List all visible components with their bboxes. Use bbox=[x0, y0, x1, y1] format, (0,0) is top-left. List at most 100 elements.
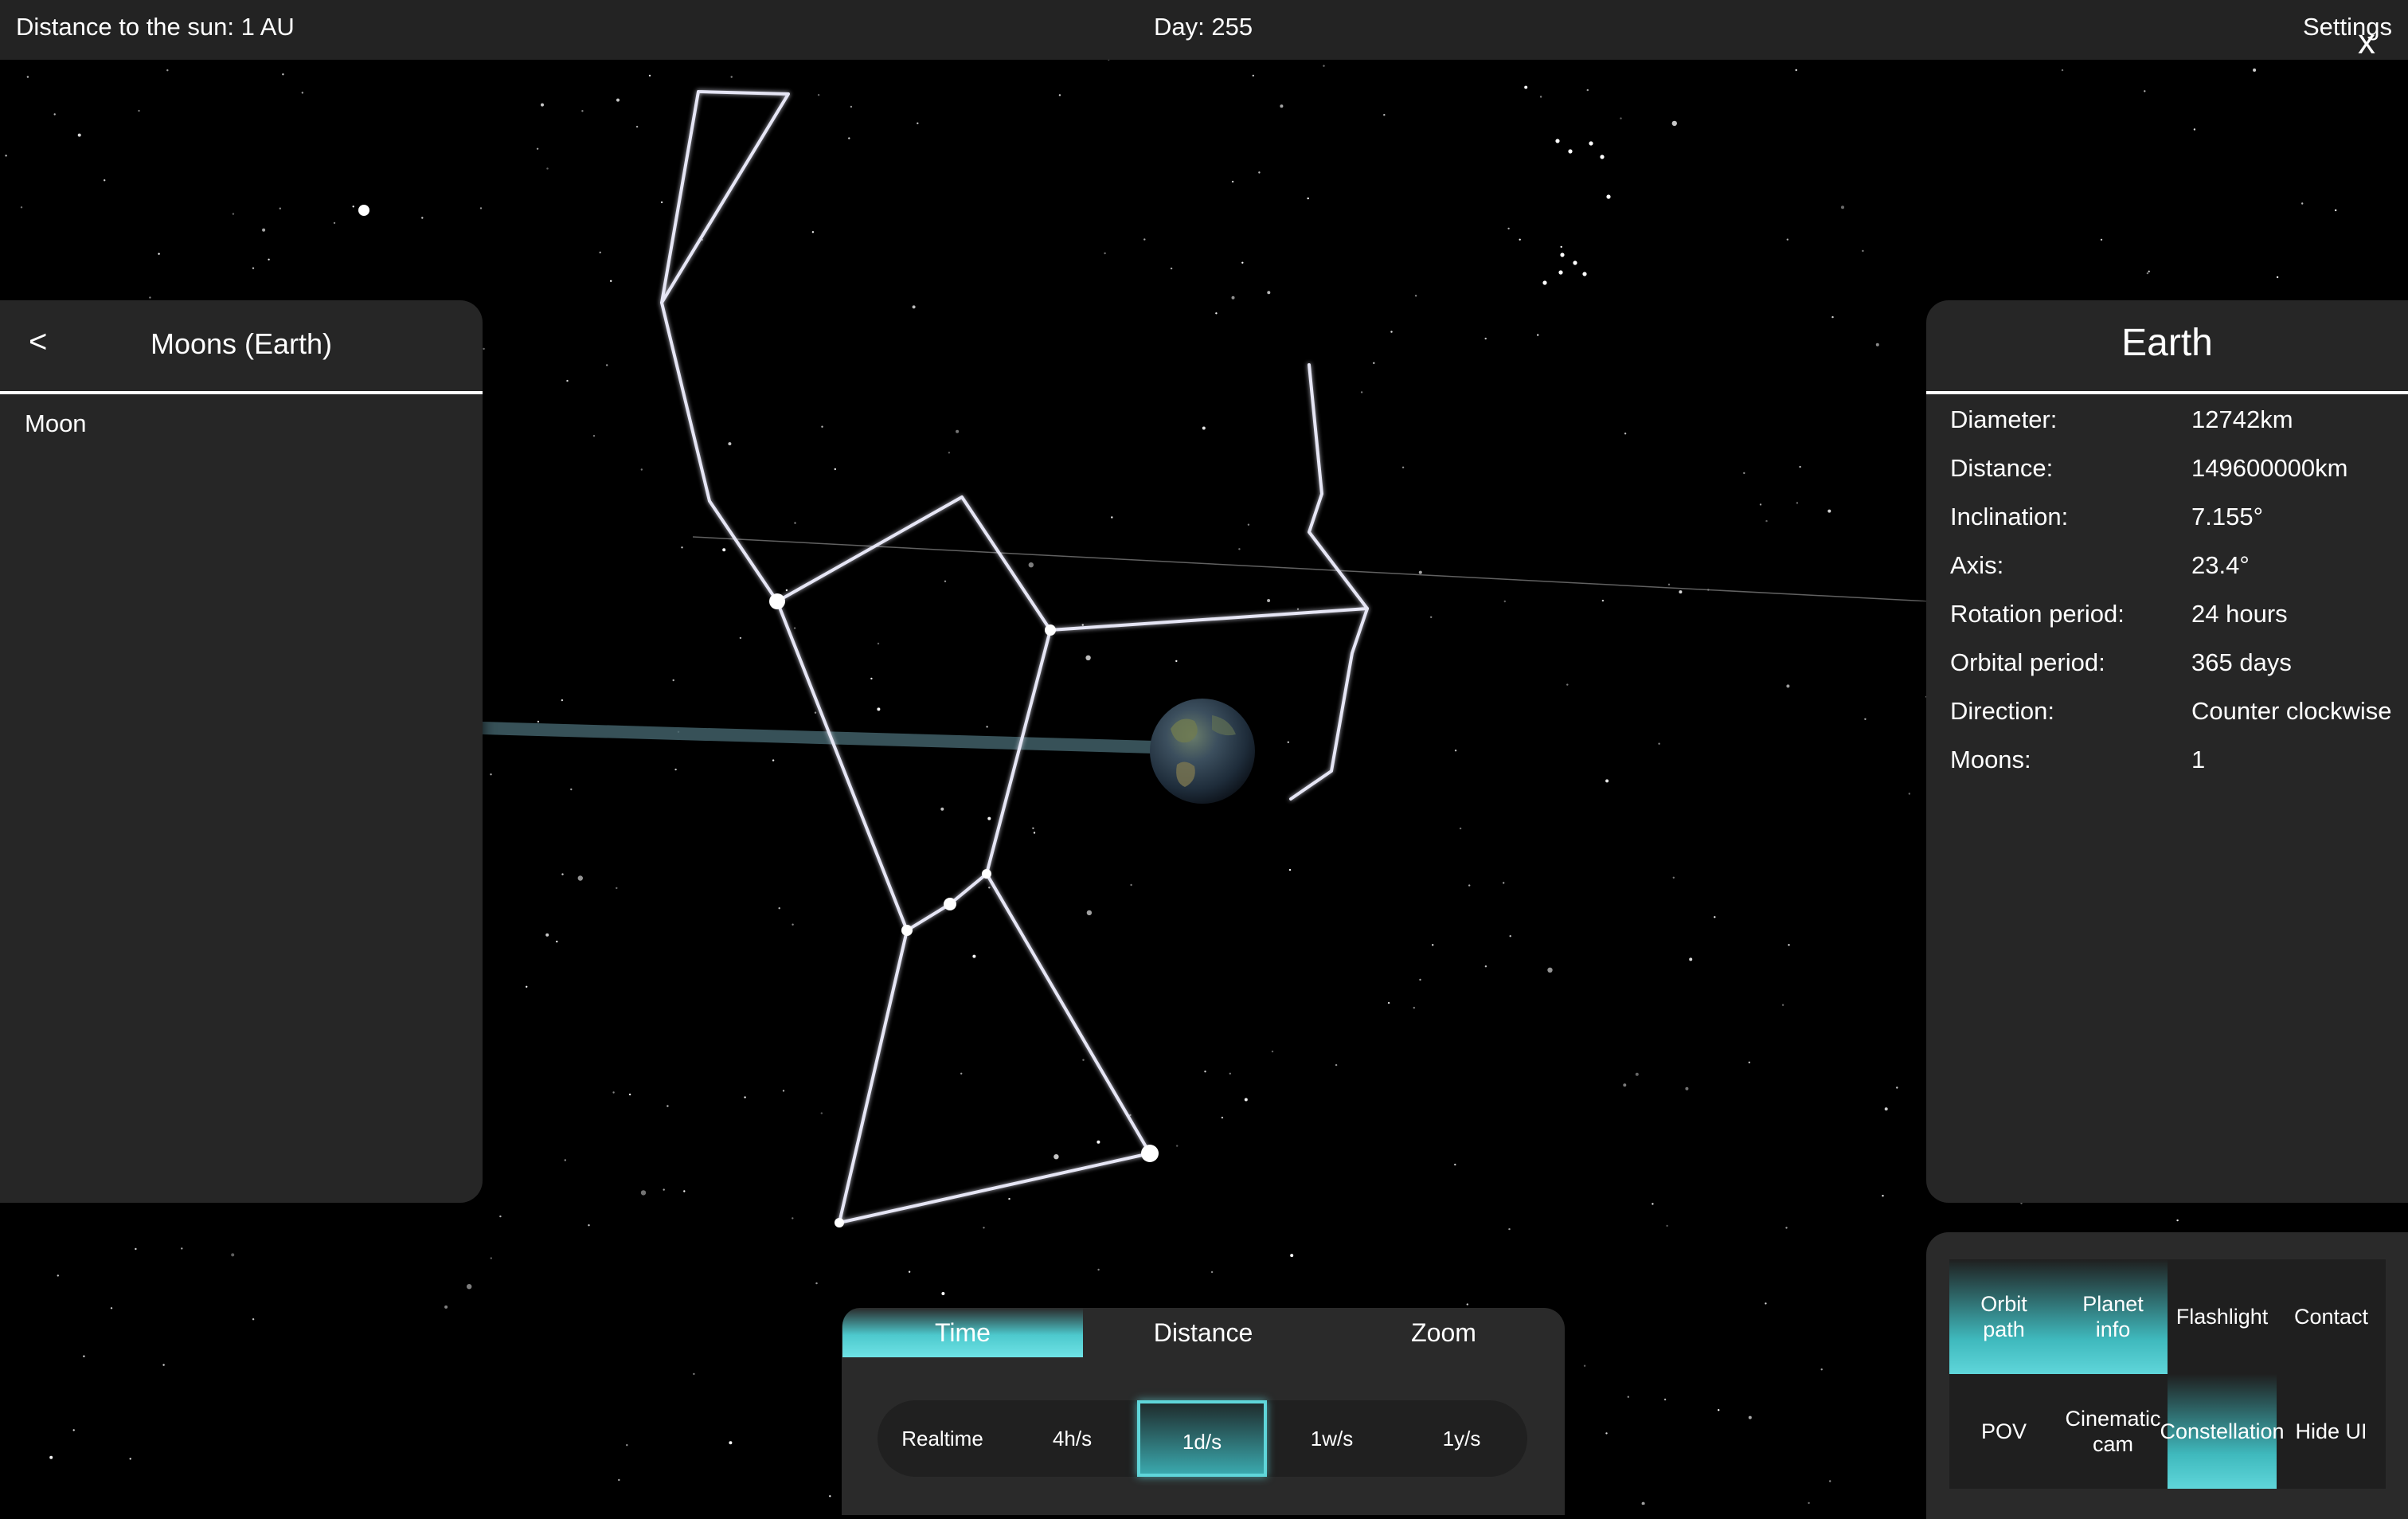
info-label: Moons: bbox=[1950, 746, 2031, 773]
speed-1d-button[interactable]: 1d/s bbox=[1137, 1400, 1267, 1477]
star bbox=[352, 206, 354, 208]
star bbox=[1204, 1071, 1206, 1073]
star bbox=[1508, 1227, 1511, 1231]
star bbox=[1175, 660, 1178, 663]
settings-button[interactable]: Settings bbox=[2303, 13, 2392, 41]
star bbox=[1566, 683, 1569, 686]
speed-4h-button[interactable]: 4h/s bbox=[1007, 1400, 1137, 1477]
hide-ui-button[interactable]: Hide UI bbox=[2277, 1374, 2386, 1489]
star bbox=[20, 206, 23, 209]
star bbox=[681, 546, 683, 549]
star bbox=[612, 1091, 615, 1094]
star bbox=[2253, 69, 2257, 72]
info-value: 149600000km bbox=[2191, 454, 2348, 482]
star bbox=[1796, 502, 1799, 504]
planet-axis-beam bbox=[483, 722, 1155, 754]
constellation-toggle[interactable]: Constellation bbox=[2160, 1374, 2285, 1489]
star bbox=[1170, 267, 1173, 270]
star bbox=[546, 167, 549, 170]
star bbox=[1271, 1050, 1274, 1053]
star bbox=[782, 1090, 785, 1092]
info-value: Counter clockwise bbox=[2191, 697, 2392, 725]
tab-zoom[interactable]: Zoom bbox=[1323, 1308, 1564, 1357]
speed-1y-button[interactable]: 1y/s bbox=[1397, 1400, 1526, 1477]
moon-list-item[interactable]: Moon bbox=[25, 409, 87, 438]
star bbox=[1605, 1432, 1608, 1435]
star bbox=[1097, 1268, 1100, 1271]
planet-name: Earth bbox=[2121, 322, 2213, 364]
star bbox=[1896, 1086, 1898, 1089]
star bbox=[53, 113, 56, 115]
star bbox=[728, 442, 732, 446]
planet-info-toggle[interactable]: Planet info bbox=[2058, 1259, 2168, 1374]
info-value: 24 hours bbox=[2191, 600, 2288, 628]
star bbox=[948, 452, 951, 454]
speed-1w-button[interactable]: 1w/s bbox=[1267, 1400, 1397, 1477]
star bbox=[421, 217, 424, 219]
star bbox=[987, 816, 991, 820]
cinematic-cam-toggle[interactable]: Cinematic cam bbox=[2058, 1374, 2168, 1489]
star bbox=[162, 1364, 165, 1366]
pov-toggle[interactable]: POV bbox=[1949, 1374, 2058, 1489]
star bbox=[940, 807, 944, 811]
star bbox=[1635, 1072, 1639, 1076]
star bbox=[490, 1257, 492, 1259]
star bbox=[1096, 1140, 1100, 1144]
star bbox=[1555, 139, 1560, 143]
tab-time[interactable]: Time bbox=[842, 1308, 1083, 1357]
star bbox=[2146, 272, 2149, 275]
star bbox=[988, 887, 991, 889]
star bbox=[545, 933, 549, 937]
star bbox=[1671, 120, 1677, 127]
orbit-path-line bbox=[692, 536, 1931, 602]
star bbox=[262, 228, 266, 232]
star bbox=[1641, 1501, 1645, 1505]
star bbox=[577, 875, 583, 881]
star bbox=[1568, 149, 1573, 154]
star bbox=[1582, 272, 1587, 276]
contact-button[interactable]: Contact bbox=[2277, 1259, 2386, 1374]
view-controls-panel: Orbit path Planet info Flashlight Contac… bbox=[1926, 1232, 2408, 1519]
star bbox=[722, 548, 726, 552]
distance-to-sun-label: Distance to the sun: 1 AU bbox=[16, 13, 295, 41]
time-panel-tabs: Time Distance Zoom bbox=[842, 1308, 1564, 1357]
star bbox=[1360, 391, 1363, 393]
star bbox=[1748, 1415, 1752, 1419]
speed-realtime-button[interactable]: Realtime bbox=[878, 1400, 1007, 1477]
star bbox=[1111, 516, 1113, 519]
star bbox=[1586, 88, 1589, 92]
close-panel-button[interactable]: x bbox=[2358, 22, 2375, 62]
star bbox=[232, 213, 235, 215]
star bbox=[499, 1215, 502, 1218]
star bbox=[1323, 65, 1325, 67]
star bbox=[635, 125, 639, 128]
star bbox=[908, 1270, 911, 1273]
star bbox=[110, 1307, 113, 1310]
star bbox=[252, 267, 255, 269]
star bbox=[848, 137, 850, 139]
star bbox=[252, 1318, 255, 1321]
star bbox=[1459, 827, 1462, 830]
star bbox=[1884, 1107, 1888, 1111]
star bbox=[1390, 331, 1393, 333]
star bbox=[1454, 750, 1457, 752]
orbit-path-toggle[interactable]: Orbit path bbox=[1949, 1259, 2058, 1374]
star bbox=[1908, 793, 1910, 795]
tab-distance[interactable]: Distance bbox=[1083, 1308, 1323, 1357]
star bbox=[1252, 74, 1255, 77]
flashlight-toggle[interactable]: Flashlight bbox=[2168, 1259, 2277, 1374]
star bbox=[279, 207, 281, 209]
info-label: Distance: bbox=[1950, 454, 2054, 482]
star bbox=[820, 1112, 823, 1114]
star bbox=[1176, 1145, 1179, 1147]
star bbox=[1781, 1004, 1784, 1006]
planet-info-panel: Earth Diameter: 12742km Distance: 14960000… bbox=[1926, 300, 2408, 1203]
star bbox=[599, 251, 601, 254]
star bbox=[467, 1284, 472, 1290]
view-controls-grid: Orbit path Planet info Flashlight Contac… bbox=[1949, 1259, 2386, 1489]
star bbox=[2100, 238, 2103, 241]
star bbox=[57, 1274, 60, 1277]
earth-planet[interactable] bbox=[1150, 699, 1255, 804]
star bbox=[1509, 935, 1511, 938]
moons-panel-title: Moons (Earth) bbox=[150, 327, 333, 360]
